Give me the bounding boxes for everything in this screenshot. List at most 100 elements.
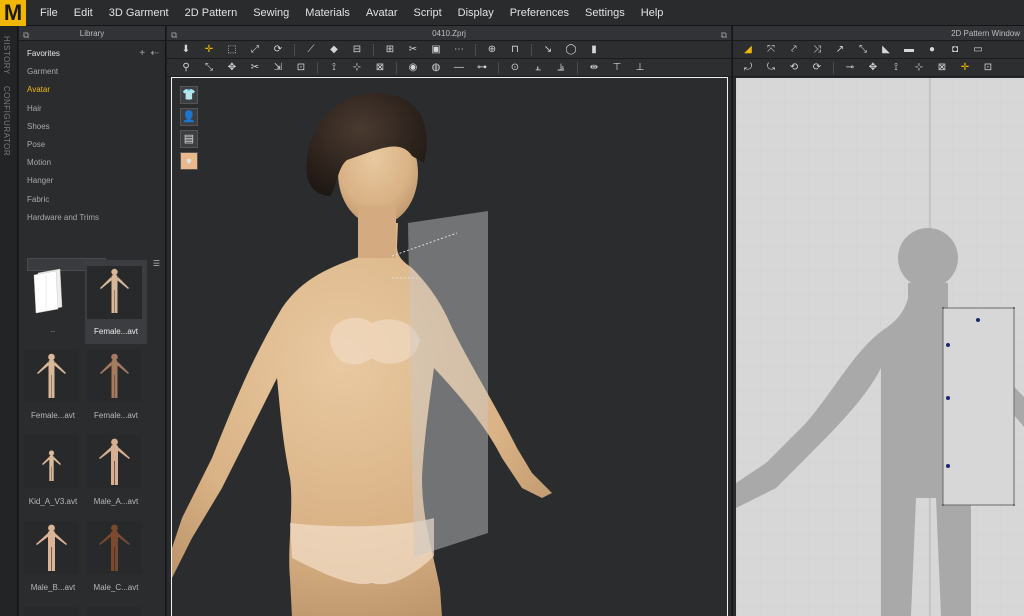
- polygon-icon[interactable]: ◣: [879, 43, 893, 57]
- tack-icon[interactable]: ◆: [327, 43, 341, 57]
- library-item-avatar[interactable]: Female...avt: [85, 349, 147, 433]
- curve-point-icon[interactable]: ↗: [833, 43, 847, 57]
- tree-item-garment[interactable]: Garment: [19, 63, 165, 81]
- graphic-icon[interactable]: ⊙: [508, 61, 522, 75]
- internal-polygon-icon[interactable]: ◘: [948, 43, 962, 57]
- edit-point-icon[interactable]: ⤧: [764, 43, 778, 57]
- show-avatar-icon[interactable]: 👤: [180, 108, 198, 126]
- edit-sewing-icon[interactable]: ⟲: [787, 61, 801, 75]
- menu-display[interactable]: Display: [450, 0, 502, 26]
- select-point-icon[interactable]: ✛: [958, 61, 972, 75]
- menu-materials[interactable]: Materials: [297, 0, 358, 26]
- garment-icon[interactable]: ⊕: [485, 43, 499, 57]
- needle-icon[interactable]: ↘: [541, 43, 555, 57]
- pattern-icon[interactable]: ▣: [429, 43, 443, 57]
- grain-icon[interactable]: ⊹: [912, 61, 926, 75]
- menu-edit[interactable]: Edit: [66, 0, 101, 26]
- ruler-icon[interactable]: ▮: [587, 43, 601, 57]
- library-item-avatar[interactable]: Female...avt: [22, 349, 84, 433]
- 3d-scene[interactable]: 👕 👤 ▤ ●: [171, 77, 728, 616]
- transform-icon[interactable]: ⤢: [248, 43, 262, 57]
- tape-icon[interactable]: ◯: [564, 43, 578, 57]
- menu-settings[interactable]: Settings: [577, 0, 633, 26]
- shirt-icon[interactable]: ⊓: [508, 43, 522, 57]
- select-box-icon[interactable]: ⬚: [225, 43, 239, 57]
- zipper-icon[interactable]: ⊶: [475, 61, 489, 75]
- cut-icon[interactable]: ✂: [248, 61, 262, 75]
- rotate-icon[interactable]: ⟳: [271, 43, 285, 57]
- tree-item-motion[interactable]: Motion: [19, 154, 165, 172]
- measure-icon[interactable]: ⊞: [383, 43, 397, 57]
- segment-sew-icon[interactable]: ⤾: [741, 61, 755, 75]
- internal-rect-icon[interactable]: ▭: [971, 43, 985, 57]
- lasso-icon[interactable]: ⊸: [843, 61, 857, 75]
- back-arrow-icon[interactable]: ⇠: [151, 48, 159, 59]
- undock-icon[interactable]: ⧉: [171, 28, 177, 43]
- configurator-tab[interactable]: CONFIGURATOR: [2, 86, 11, 156]
- top-garment-icon[interactable]: ⊤: [610, 61, 624, 75]
- texture-icon[interactable]: ⊠: [373, 61, 387, 75]
- library-item-avatar[interactable]: Male_C...avt: [85, 521, 147, 605]
- history-tab[interactable]: HISTORY: [2, 36, 11, 75]
- split-icon[interactable]: ⇹: [587, 61, 601, 75]
- arrange-icon[interactable]: ⤡: [202, 61, 216, 75]
- tree-item-shoes[interactable]: Shoes: [19, 118, 165, 136]
- fit-icon[interactable]: ⇲: [271, 61, 285, 75]
- free-sew-icon[interactable]: ⤿: [764, 61, 778, 75]
- add-point-icon[interactable]: ⤨: [810, 43, 824, 57]
- internal-line-icon[interactable]: ⤡: [856, 43, 870, 57]
- library-item-avatar[interactable]: [22, 607, 84, 616]
- trim-icon[interactable]: ⫠: [531, 61, 545, 75]
- tape-measure-icon[interactable]: ⫡: [554, 61, 568, 75]
- tree-item-hair[interactable]: Hair: [19, 100, 165, 118]
- menu-2d-pattern[interactable]: 2D Pattern: [177, 0, 246, 26]
- collider-icon[interactable]: ⊡: [294, 61, 308, 75]
- stitch-icon[interactable]: ⋯: [452, 43, 466, 57]
- pin-icon[interactable]: ⟋: [304, 43, 318, 57]
- menu-sewing[interactable]: Sewing: [245, 0, 297, 26]
- app-logo[interactable]: M: [0, 0, 26, 26]
- library-item-parent-folder[interactable]: ..: [22, 263, 84, 347]
- line-icon[interactable]: —: [452, 61, 466, 75]
- menu-file[interactable]: File: [32, 0, 66, 26]
- menu-preferences[interactable]: Preferences: [502, 0, 577, 26]
- circle-icon[interactable]: ●: [925, 43, 939, 57]
- button-tool-icon[interactable]: ◉: [406, 61, 420, 75]
- tree-item-fabric[interactable]: Fabric: [19, 191, 165, 209]
- menu-avatar[interactable]: Avatar: [358, 0, 406, 26]
- menu-3d-garment[interactable]: 3D Garment: [101, 0, 177, 26]
- add-icon[interactable]: +: [139, 48, 145, 59]
- menu-script[interactable]: Script: [406, 0, 450, 26]
- show-pattern-icon[interactable]: ▤: [180, 130, 198, 148]
- library-item-avatar[interactable]: [85, 607, 147, 616]
- pin-pattern-icon[interactable]: ⟟: [889, 61, 903, 75]
- avatar-skin-icon[interactable]: ●: [180, 152, 198, 170]
- library-item-avatar[interactable]: Male_A...avt: [85, 435, 147, 519]
- undock-icon[interactable]: ⧉: [721, 28, 727, 43]
- tree-item-hardware-trims[interactable]: Hardware and Trims: [19, 209, 165, 227]
- library-item-avatar[interactable]: Male_B...avt: [22, 521, 84, 605]
- fold-icon[interactable]: ⊟: [350, 43, 364, 57]
- fabric-icon[interactable]: ⊹: [350, 61, 364, 75]
- show-garment-icon[interactable]: 👕: [180, 86, 198, 104]
- tree-item-avatar[interactable]: Avatar: [19, 81, 165, 99]
- select-move-icon[interactable]: ✛: [202, 43, 216, 57]
- tree-item-pose[interactable]: Pose: [19, 136, 165, 154]
- buttonhole-icon[interactable]: ◍: [429, 61, 443, 75]
- library-item-avatar[interactable]: Female...avt: [85, 260, 147, 344]
- edit-pin-icon[interactable]: ⟟: [327, 61, 341, 75]
- tree-item-hanger[interactable]: Hanger: [19, 172, 165, 190]
- library-item-avatar[interactable]: Kid_A_V3.avt: [22, 435, 84, 519]
- bottom-garment-icon[interactable]: ⊥: [633, 61, 647, 75]
- fold-pattern-icon[interactable]: ✥: [866, 61, 880, 75]
- edit-curve-icon[interactable]: ⤤: [787, 43, 801, 57]
- sewing-icon[interactable]: ✂: [406, 43, 420, 57]
- pose-icon[interactable]: ✥: [225, 61, 239, 75]
- undock-icon[interactable]: ⧉: [23, 28, 29, 43]
- check-sewing-icon[interactable]: ⟳: [810, 61, 824, 75]
- walk-icon[interactable]: ⚲: [179, 61, 193, 75]
- texture-pattern-icon[interactable]: ⊠: [935, 61, 949, 75]
- pattern-canvas[interactable]: [736, 78, 1024, 616]
- zoom-icon[interactable]: ⊡: [981, 61, 995, 75]
- tree-item-favorites[interactable]: Favorites + ⇠: [19, 45, 165, 63]
